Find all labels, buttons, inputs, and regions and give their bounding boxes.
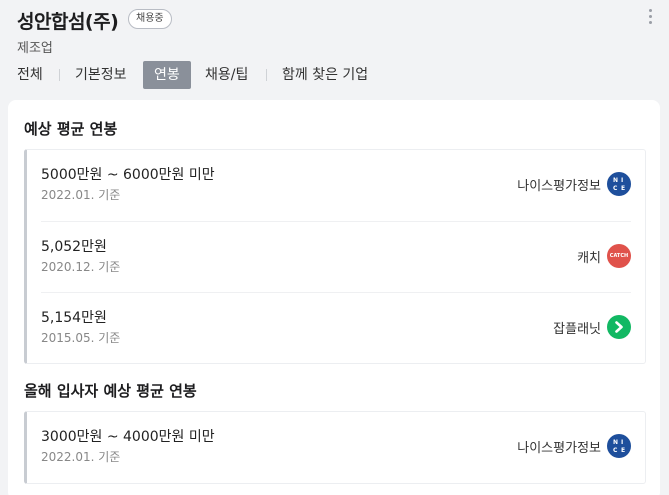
company-name: 성안합섬(주) <box>17 11 119 33</box>
salary-card: 5000만원 ~ 6000만원 미만 2022.01. 기준 나이스평가정보 N… <box>24 149 646 364</box>
tab-basic-info[interactable]: 기본정보 <box>75 61 127 89</box>
salary-source[interactable]: 나이스평가정보 N I C E <box>517 434 631 458</box>
salary-source[interactable]: 캐치 CATCH <box>577 244 631 268</box>
section-title-expected-salary: 예상 평균 연봉 <box>24 120 118 138</box>
salary-row: 3000만원 ~ 4000만원 미만 2022.01. 기준 나이스평가정보 N… <box>27 412 645 483</box>
salary-row: 5,052만원 2020.12. 기준 캐치 CATCH <box>41 221 631 292</box>
salary-value: 5,052만원 <box>41 239 107 255</box>
salary-date: 2022.01. 기준 <box>41 188 121 202</box>
catch-logo-icon: CATCH <box>607 244 631 268</box>
tab-divider <box>59 69 60 81</box>
industry-label: 제조업 <box>17 41 53 56</box>
source-name: 잡플래닛 <box>553 321 601 337</box>
salary-row: 5000만원 ~ 6000만원 미만 2022.01. 기준 나이스평가정보 N… <box>27 150 645 221</box>
tab-hiring-tips[interactable]: 채용/팁 <box>205 61 248 89</box>
salary-date: 2015.05. 기준 <box>41 331 121 345</box>
more-options-icon[interactable] <box>645 9 655 27</box>
salary-value: 5,154만원 <box>41 310 107 326</box>
tab-related-companies[interactable]: 함께 찾은 기업 <box>282 61 368 89</box>
company-header: 성안합섬(주) 채용중 제조업 전체 기본정보 연봉 채용/팁 함께 찾은 기업 <box>0 0 669 94</box>
source-name: 나이스평가정보 <box>517 178 601 194</box>
salary-row: 5,154만원 2015.05. 기준 잡플래닛 <box>41 292 631 363</box>
hiring-status-badge: 채용중 <box>128 9 172 29</box>
salary-value: 5000만원 ~ 6000만원 미만 <box>41 167 215 183</box>
source-name: 나이스평가정보 <box>517 440 601 456</box>
nice-logo-icon: N I C E <box>607 434 631 458</box>
salary-date: 2020.12. 기준 <box>41 260 121 274</box>
salary-source[interactable]: 나이스평가정보 N I C E <box>517 172 631 196</box>
tab-salary[interactable]: 연봉 <box>143 61 191 89</box>
tab-bar: 전체 기본정보 연봉 채용/팁 함께 찾은 기업 <box>0 61 669 89</box>
salary-card: 3000만원 ~ 4000만원 미만 2022.01. 기준 나이스평가정보 N… <box>24 411 646 484</box>
tab-divider <box>266 69 267 81</box>
section-title-new-hire-salary: 올해 입사자 예상 평균 연봉 <box>24 382 197 400</box>
salary-value: 3000만원 ~ 4000만원 미만 <box>41 429 215 445</box>
source-name: 캐치 <box>577 250 601 266</box>
salary-source[interactable]: 잡플래닛 <box>553 315 631 339</box>
jobplanet-logo-icon <box>607 315 631 339</box>
nice-logo-icon: N I C E <box>607 172 631 196</box>
salary-date: 2022.01. 기준 <box>41 450 121 464</box>
tab-all[interactable]: 전체 <box>17 61 43 89</box>
